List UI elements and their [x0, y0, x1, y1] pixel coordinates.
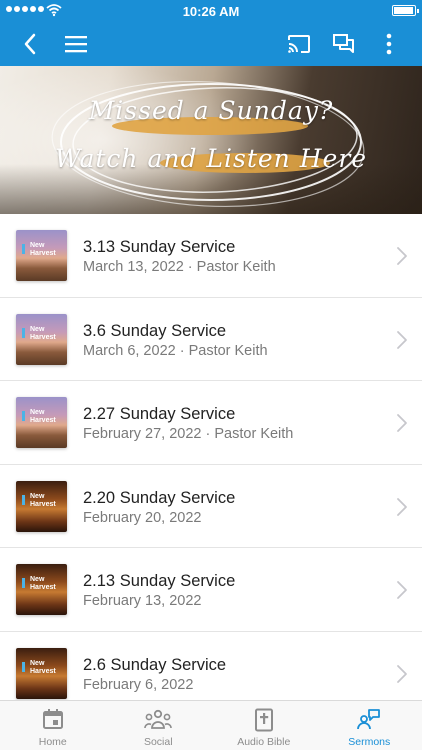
sermon-date: March 13, 2022 · Pastor Keith: [83, 259, 276, 275]
chevron-right-icon: [397, 330, 407, 349]
chat-button[interactable]: [324, 22, 364, 66]
sermon-date: March 6, 2022 · Pastor Keith: [83, 342, 268, 359]
hero-banner[interactable]: Missed a Sunday? Watch and Listen Here: [0, 66, 422, 214]
bible-icon: [254, 708, 273, 732]
bottom-tab-bar: Home Social Audio Bible Sermons: [0, 700, 422, 750]
sermon-list: New Harvest 3.13 Sunday Service March 13, …: [0, 214, 422, 700]
status-time: 10:26 AM: [182, 4, 240, 19]
more-options-button[interactable]: [369, 22, 409, 66]
tab-label: Sermons: [348, 736, 391, 748]
tab-sermons[interactable]: Sermons: [317, 701, 422, 750]
sermons-icon: [357, 709, 381, 730]
sermon-list-item[interactable]: New Harvest 2.6 Sunday Service February 6,…: [0, 632, 422, 701]
sermon-date: February 20, 2022: [83, 509, 202, 526]
tab-label: Audio Bible: [237, 736, 291, 748]
chevron-right-icon: [397, 497, 407, 516]
tab-audio-bible[interactable]: Audio Bible: [211, 701, 317, 750]
thumbnail-text: New Harvest: [30, 576, 56, 591]
sermon-date: February 6, 2022: [83, 676, 194, 693]
cast-button[interactable]: [279, 22, 319, 66]
sermon-thumbnail: New Harvest: [16, 313, 67, 365]
sermon-list-item[interactable]: New Harvest 2.20 Sunday Service February 2…: [0, 465, 422, 548]
thumbnail-text: New Harvest: [30, 409, 56, 424]
chat-icon: [333, 34, 354, 53]
hero-headline: Missed a Sunday?: [88, 96, 334, 125]
thumbnail-text: New Harvest: [30, 242, 56, 257]
tab-label: Social: [143, 736, 173, 748]
sermon-title: 2.6 Sunday Service: [83, 655, 227, 674]
sermon-title: 3.13 Sunday Service: [83, 238, 236, 256]
sermon-thumbnail: New Harvest: [16, 480, 67, 532]
sermon-list-item[interactable]: New Harvest 2.13 Sunday Service February 1…: [0, 548, 422, 632]
back-button[interactable]: [10, 22, 50, 66]
battery-icon: [392, 5, 419, 16]
more-vertical-icon: [386, 33, 392, 55]
top-nav-bar: [0, 22, 422, 66]
cast-icon: [288, 35, 310, 53]
chevron-right-icon: [397, 247, 407, 265]
hero-subheadline: Watch and Listen Here: [54, 144, 368, 173]
sermon-thumbnail: New Harvest: [16, 564, 67, 615]
sermon-thumbnail: New Harvest: [16, 647, 67, 699]
tab-home[interactable]: Home: [0, 701, 106, 750]
sermon-date: February 13, 2022: [83, 593, 202, 609]
back-chevron-icon: [24, 33, 36, 55]
sermon-title: 2.27 Sunday Service: [83, 405, 236, 423]
chevron-right-icon: [397, 414, 407, 432]
tab-social[interactable]: Social: [106, 701, 212, 750]
chevron-right-icon: [397, 581, 407, 599]
hamburger-menu-icon: [65, 36, 87, 53]
status-bar: 10:26 AM: [0, 0, 422, 22]
sermon-title: 3.6 Sunday Service: [83, 321, 227, 340]
sermon-list-item[interactable]: New Harvest 3.6 Sunday Service March 6, 20…: [0, 298, 422, 381]
tab-label: Home: [38, 736, 67, 748]
sermon-list-item[interactable]: New Harvest 2.27 Sunday Service February 2…: [0, 381, 422, 465]
sermon-title: 2.20 Sunday Service: [83, 488, 236, 507]
sermon-list-item[interactable]: New Harvest 3.13 Sunday Service March 13, …: [0, 214, 422, 298]
sermon-thumbnail: New Harvest: [16, 230, 67, 281]
calendar-icon: [42, 709, 63, 729]
people-icon: [144, 709, 173, 729]
thumbnail-text: New Harvest: [30, 659, 56, 675]
sermon-date: February 27, 2022 · Pastor Keith: [83, 426, 294, 442]
sermon-thumbnail: New Harvest: [16, 397, 67, 448]
thumbnail-text: New Harvest: [30, 492, 56, 508]
thumbnail-text: New Harvest: [30, 325, 56, 341]
sermon-title: 2.13 Sunday Service: [83, 572, 236, 590]
chevron-right-icon: [397, 664, 407, 683]
hero-decoration: [51, 80, 365, 208]
menu-button[interactable]: [56, 22, 96, 66]
